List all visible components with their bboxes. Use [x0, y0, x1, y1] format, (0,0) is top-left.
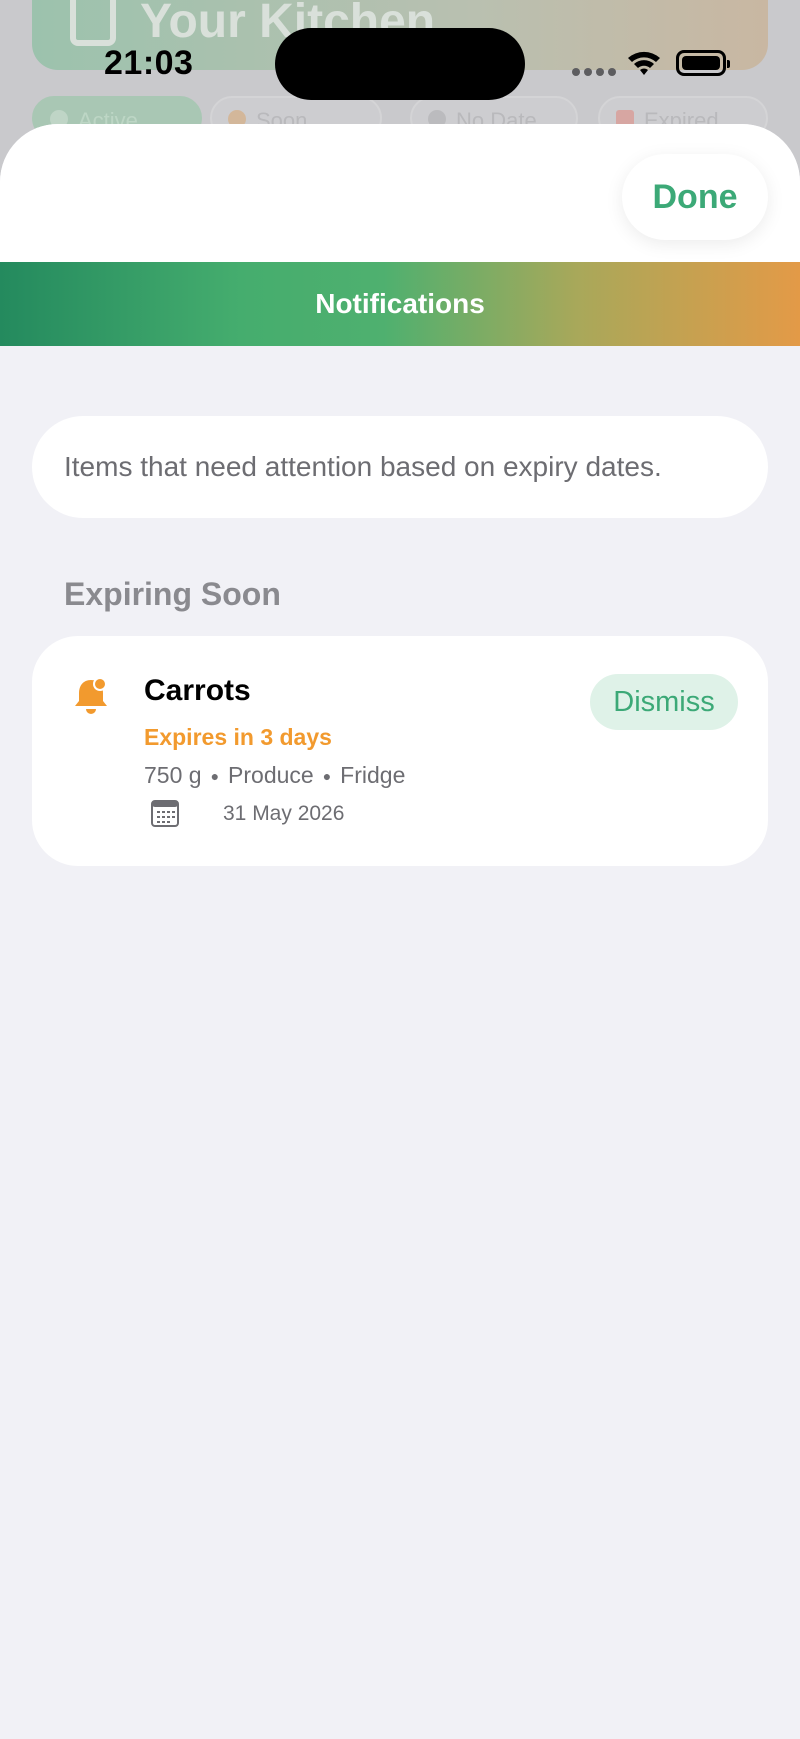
- item-category: Produce: [228, 762, 314, 788]
- item-meta: 750 g ● Produce ● Fridge: [144, 762, 405, 789]
- status-time: 21:03: [104, 44, 194, 82]
- cellular-signal-icon: [572, 68, 616, 76]
- notifications-sheet: Done Notifications Items that need atten…: [0, 124, 800, 1739]
- separator-dot: ●: [322, 767, 332, 784]
- calendar-icon: [151, 800, 179, 827]
- item-name: Carrots: [144, 674, 251, 707]
- navigation-bar: Notifications: [0, 262, 800, 346]
- item-expiry-text: Expires in 3 days: [144, 724, 332, 750]
- dynamic-island: [275, 28, 525, 100]
- item-quantity: 750 g: [144, 762, 202, 788]
- fridge-icon: [70, 0, 116, 46]
- battery-icon: [676, 50, 730, 76]
- separator-dot: ●: [210, 767, 220, 784]
- wifi-icon: [628, 51, 660, 75]
- done-button[interactable]: Done: [622, 154, 768, 240]
- info-card: Items that need attention based on expir…: [32, 416, 768, 518]
- section-title-expiring-soon: Expiring Soon: [64, 576, 281, 612]
- dismiss-button[interactable]: Dismiss: [590, 674, 738, 730]
- item-location: Fridge: [340, 762, 406, 788]
- bell-badge-icon: [75, 677, 107, 714]
- info-text: Items that need attention based on expir…: [64, 451, 662, 482]
- list-item: Carrots Expires in 3 days 750 g ● Produc…: [32, 636, 768, 866]
- page-title: Notifications: [315, 288, 485, 319]
- item-date: 31 May 2026: [223, 802, 345, 825]
